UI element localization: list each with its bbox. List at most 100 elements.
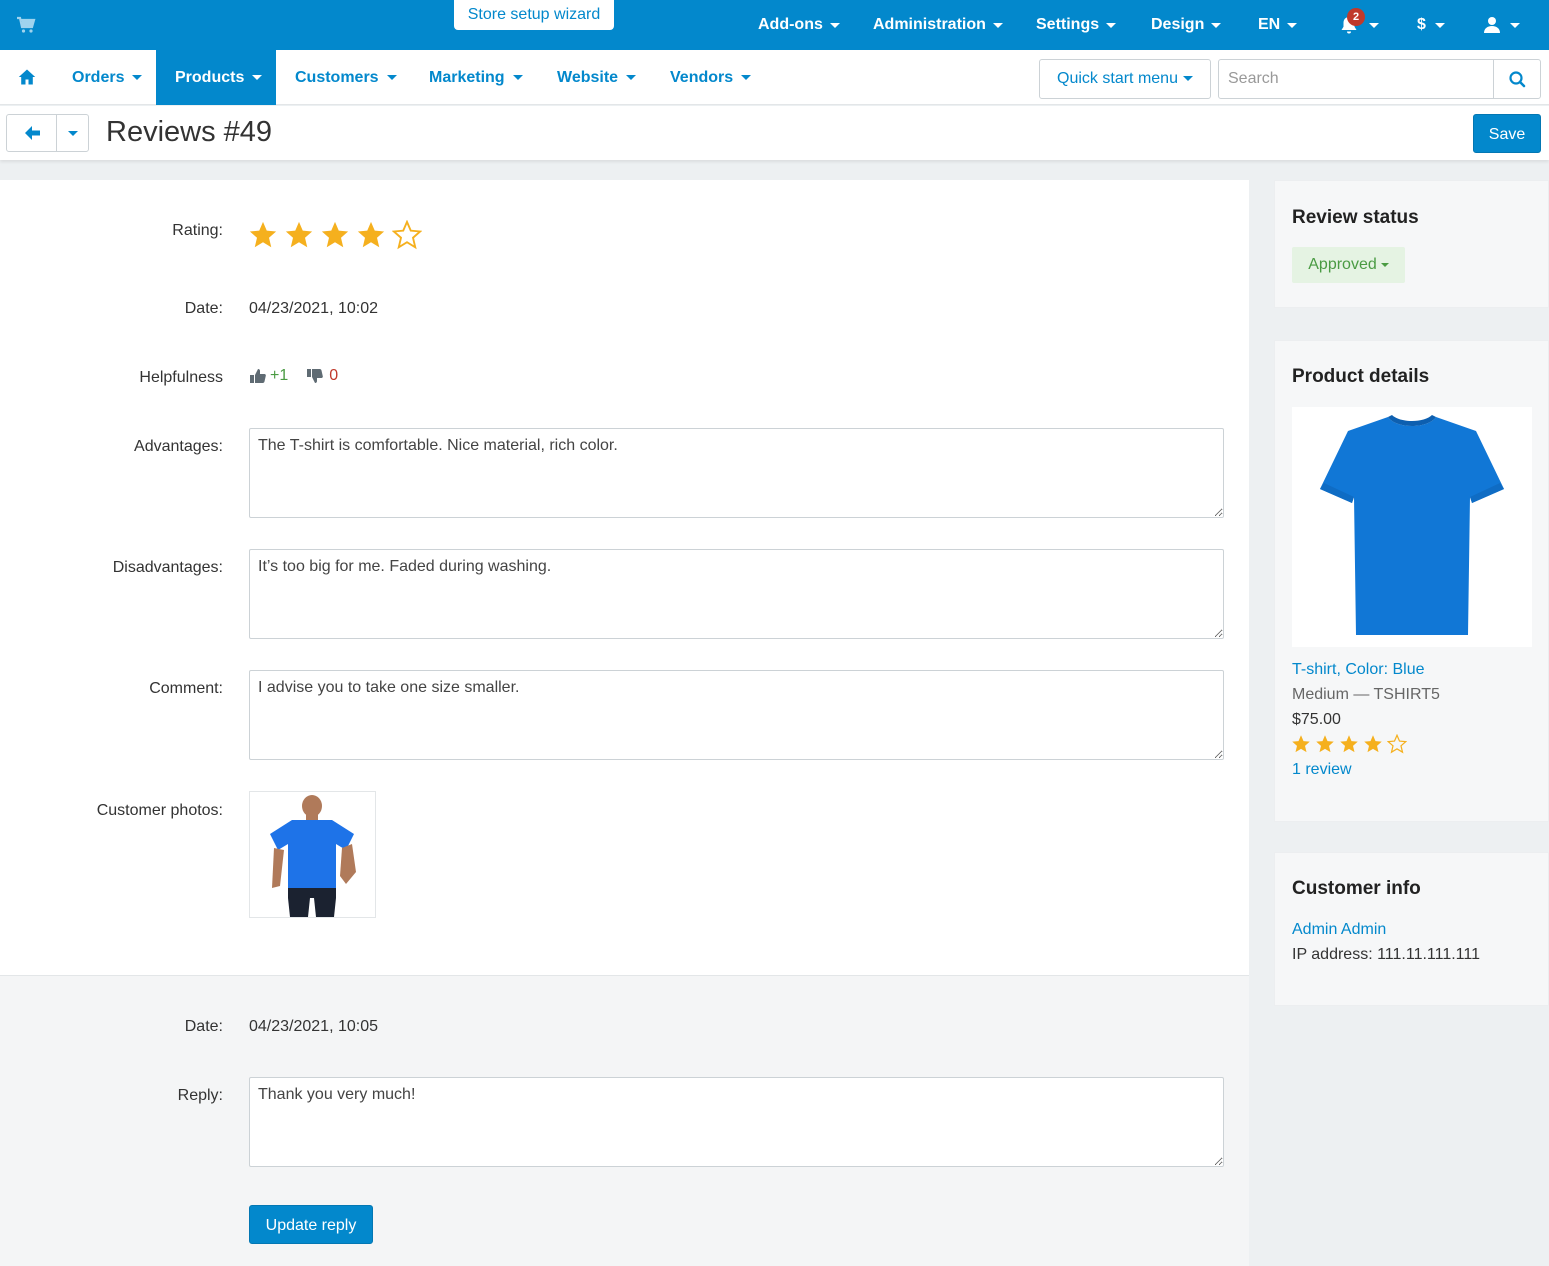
chevron-down-icon bbox=[1510, 22, 1520, 28]
comment-field[interactable] bbox=[249, 670, 1224, 760]
cart-icon[interactable] bbox=[16, 15, 36, 35]
nav-vendors-label: Vendors bbox=[670, 69, 734, 86]
customer-info-title: Customer info bbox=[1292, 878, 1421, 899]
customer-photo-image bbox=[250, 792, 375, 917]
ip-label: IP address: bbox=[1292, 946, 1373, 963]
main-navigation: Orders Products Customers Marketing Webs… bbox=[0, 50, 1549, 105]
currency-menu[interactable]: $ bbox=[1417, 0, 1445, 50]
product-details-title: Product details bbox=[1292, 366, 1430, 387]
star-empty-icon bbox=[1386, 733, 1408, 754]
notification-badge: 2 bbox=[1347, 8, 1365, 26]
chevron-down-icon bbox=[741, 75, 752, 81]
nav-products[interactable]: Products bbox=[156, 50, 276, 105]
administration-menu-label: Administration bbox=[873, 16, 986, 33]
search-box bbox=[1218, 59, 1541, 99]
rating-stars[interactable] bbox=[248, 219, 428, 250]
design-menu[interactable]: Design bbox=[1151, 0, 1222, 50]
chevron-down-icon bbox=[829, 22, 840, 28]
review-status-box: Review status Approved bbox=[1274, 180, 1549, 308]
comment-label: Comment: bbox=[149, 680, 223, 697]
customer-photos-label: Customer photos: bbox=[96, 802, 223, 819]
home-icon[interactable] bbox=[18, 68, 36, 86]
nav-vendors[interactable]: Vendors bbox=[670, 50, 752, 105]
back-arrow-icon[interactable] bbox=[7, 115, 56, 151]
helpful-down-count: 0 bbox=[329, 367, 339, 384]
product-image[interactable] bbox=[1292, 407, 1532, 647]
nav-customers-label: Customers bbox=[295, 69, 379, 86]
nav-customers[interactable]: Customers bbox=[295, 50, 397, 105]
customer-photo-thumbnail[interactable] bbox=[249, 791, 376, 918]
quick-start-menu-label: Quick start menu bbox=[1057, 70, 1178, 87]
account-menu[interactable] bbox=[1483, 0, 1520, 50]
save-button[interactable]: Save bbox=[1473, 114, 1541, 153]
title-bar: Reviews #49 Save bbox=[0, 106, 1549, 160]
settings-menu[interactable]: Settings bbox=[1036, 0, 1117, 50]
tshirt-image bbox=[1320, 415, 1504, 635]
nav-website[interactable]: Website bbox=[557, 50, 637, 105]
chevron-down-icon bbox=[1380, 262, 1389, 267]
chevron-down-icon bbox=[1106, 22, 1117, 28]
product-rating-stars bbox=[1291, 733, 1411, 754]
customer-info-box: Customer info Admin Admin IP address: 11… bbox=[1274, 852, 1549, 1006]
reviews-link[interactable]: 1 review bbox=[1292, 761, 1352, 779]
chevron-down-icon bbox=[1211, 22, 1222, 28]
thumbs-down-icon bbox=[307, 369, 324, 383]
date-label: Date: bbox=[184, 300, 223, 317]
chevron-down-icon[interactable] bbox=[57, 115, 88, 151]
settings-menu-label: Settings bbox=[1036, 16, 1100, 33]
helpfulness-label: Helpfulness bbox=[139, 369, 223, 386]
star-filled-icon bbox=[1364, 735, 1382, 753]
chevron-down-icon bbox=[1369, 22, 1379, 28]
nav-marketing-label: Marketing bbox=[429, 69, 505, 86]
top-bar: Store setup wizard Add-ons Administratio… bbox=[0, 0, 1549, 50]
design-menu-label: Design bbox=[1151, 16, 1205, 33]
nav-orders[interactable]: Orders bbox=[72, 50, 143, 105]
page-title: Reviews #49 bbox=[106, 116, 273, 148]
language-menu[interactable]: EN bbox=[1258, 0, 1298, 50]
chevron-down-icon bbox=[1287, 22, 1298, 28]
store-setup-wizard-button[interactable]: Store setup wizard bbox=[454, 0, 614, 30]
chevron-down-icon bbox=[626, 75, 637, 81]
user-icon bbox=[1484, 17, 1500, 33]
thumbs-up-icon bbox=[250, 369, 266, 383]
chevron-down-icon bbox=[512, 75, 523, 81]
status-value: Approved bbox=[1308, 256, 1377, 273]
reply-field[interactable] bbox=[249, 1077, 1224, 1167]
chevron-down-icon bbox=[252, 75, 263, 81]
search-input[interactable] bbox=[1219, 60, 1494, 98]
administration-menu[interactable]: Administration bbox=[873, 0, 1003, 50]
product-price: $75.00 bbox=[1292, 711, 1341, 728]
search-button[interactable] bbox=[1493, 60, 1540, 98]
star-empty-icon[interactable] bbox=[391, 219, 423, 250]
review-form: Rating: Date: 04/23/2021, 10:02 Helpfuln… bbox=[0, 180, 1249, 1266]
nav-orders-label: Orders bbox=[72, 69, 125, 86]
chevron-down-icon bbox=[992, 22, 1003, 28]
star-filled-icon bbox=[1316, 735, 1334, 753]
star-filled-icon[interactable] bbox=[320, 220, 350, 250]
reply-section: Date: 04/23/2021, 10:05 Reply: Update re… bbox=[0, 975, 1249, 1266]
product-variant: Medium — TSHIRT5 bbox=[1292, 686, 1440, 703]
advantages-label: Advantages: bbox=[134, 438, 223, 455]
product-name-link[interactable]: T-shirt, Color: Blue bbox=[1292, 661, 1424, 679]
rating-label: Rating: bbox=[172, 222, 223, 239]
helpfulness-votes: +1 0 bbox=[249, 367, 338, 385]
star-filled-icon[interactable] bbox=[284, 220, 314, 250]
update-reply-button[interactable]: Update reply bbox=[249, 1205, 373, 1244]
advantages-field[interactable] bbox=[249, 428, 1224, 518]
nav-marketing[interactable]: Marketing bbox=[429, 50, 523, 105]
disadvantages-field[interactable] bbox=[249, 549, 1224, 639]
star-filled-icon bbox=[1340, 735, 1358, 753]
star-filled-icon[interactable] bbox=[356, 220, 386, 250]
disadvantages-label: Disadvantages: bbox=[112, 559, 223, 576]
quick-start-menu-button[interactable]: Quick start menu bbox=[1039, 59, 1211, 99]
helpful-up-count: +1 bbox=[270, 367, 289, 384]
addons-menu-label: Add-ons bbox=[758, 16, 823, 33]
star-filled-icon[interactable] bbox=[248, 220, 278, 250]
star-filled-icon bbox=[1292, 735, 1310, 753]
nav-products-label: Products bbox=[175, 69, 245, 86]
addons-menu[interactable]: Add-ons bbox=[758, 0, 840, 50]
chevron-down-icon bbox=[386, 75, 397, 81]
chevron-down-icon bbox=[1182, 76, 1193, 82]
status-dropdown[interactable]: Approved bbox=[1292, 247, 1405, 283]
customer-name-link[interactable]: Admin Admin bbox=[1292, 921, 1386, 939]
